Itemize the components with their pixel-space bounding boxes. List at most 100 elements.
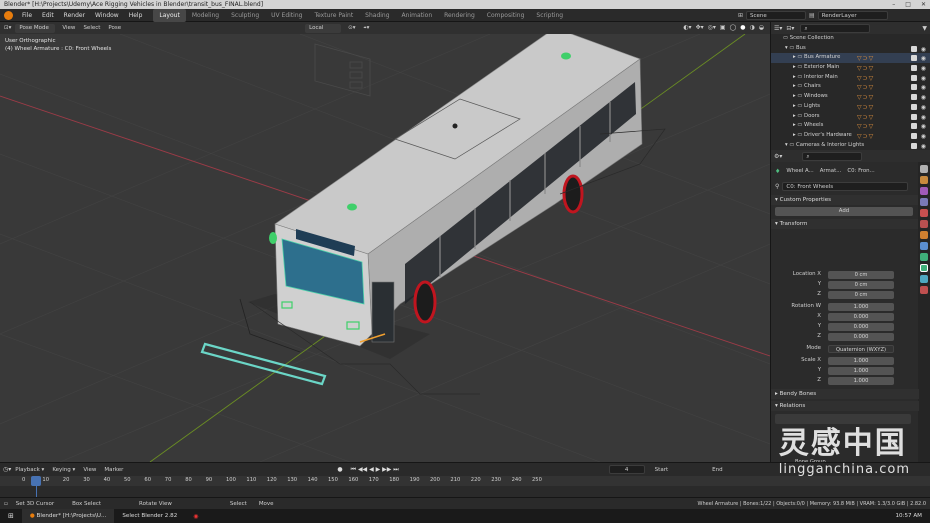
- blender-logo-icon[interactable]: [4, 10, 13, 20]
- roof-bone-rear[interactable]: [561, 52, 571, 60]
- tool-tab-icon[interactable]: [920, 165, 928, 173]
- exclude-checkbox[interactable]: [911, 84, 917, 91]
- tab-animation[interactable]: Animation: [396, 9, 439, 22]
- outliner-item[interactable]: ▸ ▭ Doors ▽⊃▽ ◉: [771, 112, 930, 122]
- exclude-checkbox[interactable]: [911, 142, 917, 149]
- exclude-checkbox[interactable]: [911, 65, 917, 72]
- exclude-checkbox[interactable]: [911, 74, 917, 81]
- menu-marker[interactable]: Marker: [100, 467, 127, 473]
- outliner-item[interactable]: ▸ ▭ Windows ▽⊃▽ ◉: [771, 92, 930, 102]
- breadcrumb-armature[interactable]: Armat...: [820, 168, 842, 174]
- shading-solid-icon[interactable]: ●: [740, 24, 745, 31]
- exclude-checkbox[interactable]: [911, 132, 917, 139]
- rear-wheel-bone[interactable]: [562, 174, 584, 214]
- outliner-item[interactable]: ▸ ▭ Interior Main ▽⊃▽ ◉: [771, 73, 930, 83]
- menu-keying[interactable]: Keying ▾: [48, 467, 79, 473]
- menu-pose[interactable]: Pose: [104, 25, 125, 31]
- minimize-icon[interactable]: –: [892, 0, 895, 9]
- constraint-tab-icon[interactable]: [920, 275, 928, 283]
- outliner-item[interactable]: ▸ ▭ Bus Armature ▽⊃▽ ◉: [771, 53, 930, 64]
- location-y-field[interactable]: 0 cm: [828, 281, 894, 289]
- exclude-checkbox[interactable]: [911, 103, 917, 110]
- transform-header[interactable]: ▾ Transform: [771, 219, 919, 229]
- tab-shading[interactable]: Shading: [359, 9, 395, 22]
- root-bone-control[interactable]: [200, 342, 327, 386]
- tab-scripting[interactable]: Scripting: [530, 9, 569, 22]
- bone-name-field[interactable]: C0: Front Wheels: [782, 181, 909, 191]
- relations-header[interactable]: ▾ Relations: [771, 401, 919, 411]
- tab-texture-paint[interactable]: Texture Paint: [308, 9, 359, 22]
- outliner-root[interactable]: ▭ Scene Collection: [771, 34, 930, 44]
- roof-bone-front[interactable]: [347, 203, 357, 211]
- custom-properties-header[interactable]: ▾ Custom Properties: [771, 195, 919, 205]
- texture-tab-icon[interactable]: [920, 286, 928, 294]
- breadcrumb-bone[interactable]: C0: Fron...: [847, 168, 874, 174]
- rotation-w-field[interactable]: 1.000: [828, 303, 894, 311]
- timeline-editor-icon[interactable]: ◷▾: [3, 466, 11, 473]
- rotation-x-field[interactable]: 0.000: [828, 313, 894, 321]
- rotation-mode-dropdown[interactable]: Quaternion (WXYZ): [828, 345, 894, 353]
- output-tab-icon[interactable]: [920, 187, 928, 195]
- mode-selector[interactable]: Pose Mode: [15, 23, 56, 33]
- outliner-item[interactable]: ▸ ▭ Wheels ▽⊃▽ ◉: [771, 121, 930, 131]
- outliner-item[interactable]: ▾ ▭ Bus ◉: [771, 44, 930, 54]
- object-tab-icon[interactable]: [920, 231, 928, 239]
- outliner-item[interactable]: ▸ ▭ Chairs ▽⊃▽ ◉: [771, 82, 930, 92]
- breadcrumb-object[interactable]: Wheel A...: [786, 168, 813, 174]
- editor-type-icon[interactable]: ⊡▾: [0, 25, 15, 31]
- start-menu-icon[interactable]: ⊞: [0, 512, 22, 520]
- taskbar-app-icon[interactable]: ◉: [185, 513, 206, 520]
- bendy-bones-header[interactable]: ▸ Bendy Bones: [771, 389, 919, 399]
- world-tab-icon[interactable]: [920, 220, 928, 228]
- mirror-bone[interactable]: [269, 232, 277, 244]
- filter-icon[interactable]: ▼: [922, 25, 927, 32]
- outliner-item[interactable]: ▾ ▭ Cameras & Interior Lights ◉: [771, 141, 930, 151]
- scale-y-field[interactable]: 1.000: [828, 367, 894, 375]
- tab-sculpting[interactable]: Sculpting: [225, 9, 265, 22]
- exclude-checkbox[interactable]: [911, 45, 917, 52]
- tab-rendering[interactable]: Rendering: [438, 9, 481, 22]
- menu-playback[interactable]: Playback ▾: [11, 467, 48, 473]
- exclude-checkbox[interactable]: [911, 94, 917, 101]
- pivot-icon[interactable]: ⊙▾: [344, 25, 359, 31]
- modifier-tab-icon[interactable]: [920, 242, 928, 250]
- tab-modeling[interactable]: Modeling: [186, 9, 225, 22]
- shading-rendered-icon[interactable]: ◒: [759, 24, 764, 31]
- outliner-display-icon[interactable]: ⊟▾: [786, 25, 794, 32]
- add-property-button[interactable]: Add: [775, 207, 913, 216]
- outliner-item[interactable]: ▸ ▭ Lights ▽⊃▽ ◉: [771, 102, 930, 112]
- 3d-viewport[interactable]: User Orthographic (4) Wheel Armature : C…: [0, 34, 770, 462]
- current-frame-field[interactable]: 4: [608, 465, 645, 474]
- xray-icon[interactable]: ▣: [720, 24, 726, 31]
- menu-edit[interactable]: Edit: [37, 9, 59, 22]
- view-layer-tab-icon[interactable]: [920, 198, 928, 206]
- taskbar-blender-main[interactable]: ● Blender* [H:\Projects\U...: [21, 509, 115, 523]
- scale-z-field[interactable]: 1.000: [828, 377, 894, 385]
- data-tab-icon[interactable]: [920, 253, 928, 261]
- menu-select[interactable]: Select: [79, 25, 104, 31]
- snap-icon[interactable]: ⌖▾: [360, 25, 374, 32]
- menu-view[interactable]: View: [58, 25, 79, 31]
- exclude-checkbox[interactable]: [911, 123, 917, 130]
- outliner-editor-icon[interactable]: ☰▾: [774, 25, 782, 32]
- playback-controls-icon[interactable]: ⏮ ◀◀ ◀ ▶ ▶▶ ⏭: [351, 466, 399, 474]
- menu-help[interactable]: Help: [124, 9, 148, 22]
- maximize-icon[interactable]: □: [905, 0, 911, 9]
- overlay-icon[interactable]: ◎▾: [708, 24, 716, 31]
- location-z-field[interactable]: 0 cm: [828, 291, 894, 299]
- visibility-icon[interactable]: ◐▾: [683, 24, 691, 31]
- rotation-z-field[interactable]: 0.000: [828, 333, 894, 341]
- bone-tab-icon[interactable]: [920, 264, 928, 272]
- menu-window[interactable]: Window: [90, 9, 124, 22]
- menu-file[interactable]: File: [17, 9, 37, 22]
- render-tab-icon[interactable]: [920, 176, 928, 184]
- tab-compositing[interactable]: Compositing: [481, 9, 531, 22]
- taskbar-blender-select[interactable]: Select Blender 2.82: [114, 509, 185, 523]
- scale-x-field[interactable]: 1.000: [828, 357, 894, 365]
- scene-tab-icon[interactable]: [920, 209, 928, 217]
- rotation-y-field[interactable]: 0.000: [828, 323, 894, 331]
- renderlayer-selector[interactable]: RenderLayer: [817, 11, 888, 20]
- timeline-ruler[interactable]: 0 10 20 30 40 50 60 70 80 90 100 110 120 130 140 150 160…: [0, 476, 930, 497]
- front-wheel-bone[interactable]: [413, 280, 437, 324]
- gizmo-icon[interactable]: ✥▾: [696, 24, 704, 31]
